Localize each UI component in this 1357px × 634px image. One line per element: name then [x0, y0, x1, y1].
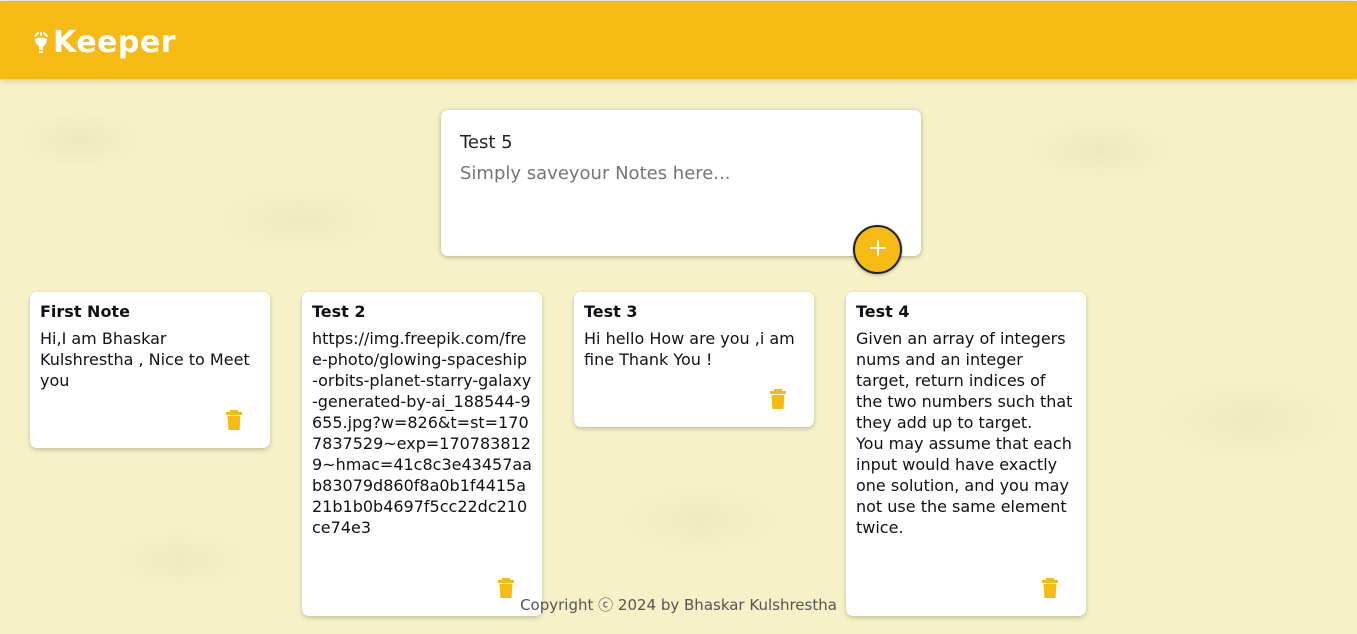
note-content-input[interactable] — [460, 162, 900, 222]
note-title: First Note — [40, 302, 130, 321]
note-title-input[interactable] — [460, 129, 900, 155]
trash-icon — [770, 389, 786, 409]
app-title: Keeper — [53, 25, 177, 60]
delete-note-button[interactable] — [770, 389, 786, 409]
add-note-button[interactable] — [853, 225, 902, 274]
note-content: Given an array of integers nums and an i… — [856, 329, 1073, 537]
note-card: Test 4 Given an array of integers nums a… — [846, 292, 1086, 616]
lightbulb-icon — [32, 32, 50, 54]
note-title: Test 3 — [584, 302, 638, 321]
note-title: Test 4 — [856, 302, 910, 321]
note-card: Test 3 Hi hello How are you ,i am fine T… — [574, 292, 814, 427]
delete-note-button[interactable] — [226, 410, 242, 430]
note-content: Hi hello How are you ,i am fine Thank Yo… — [584, 329, 800, 369]
trash-icon — [226, 410, 242, 430]
app-header: Keeper — [0, 1, 1357, 79]
plus-icon — [869, 239, 887, 261]
note-card: First Note Hi,I am Bhaskar Kulshrestha ,… — [30, 292, 270, 448]
footer: Copyright ⓒ 2024 by Bhaskar Kulshrestha — [0, 594, 1357, 615]
note-content: Hi,I am Bhaskar Kulshrestha , Nice to Me… — [40, 329, 255, 390]
create-note-form — [441, 110, 921, 256]
note-title: Test 2 — [312, 302, 366, 321]
note-card: Test 2 https://img.freepik.com/free-phot… — [302, 292, 542, 616]
brand: Keeper — [32, 26, 176, 60]
copyright-text: Copyright ⓒ 2024 by Bhaskar Kulshrestha — [520, 596, 837, 614]
note-content: https://img.freepik.com/free-photo/glowi… — [312, 329, 532, 537]
